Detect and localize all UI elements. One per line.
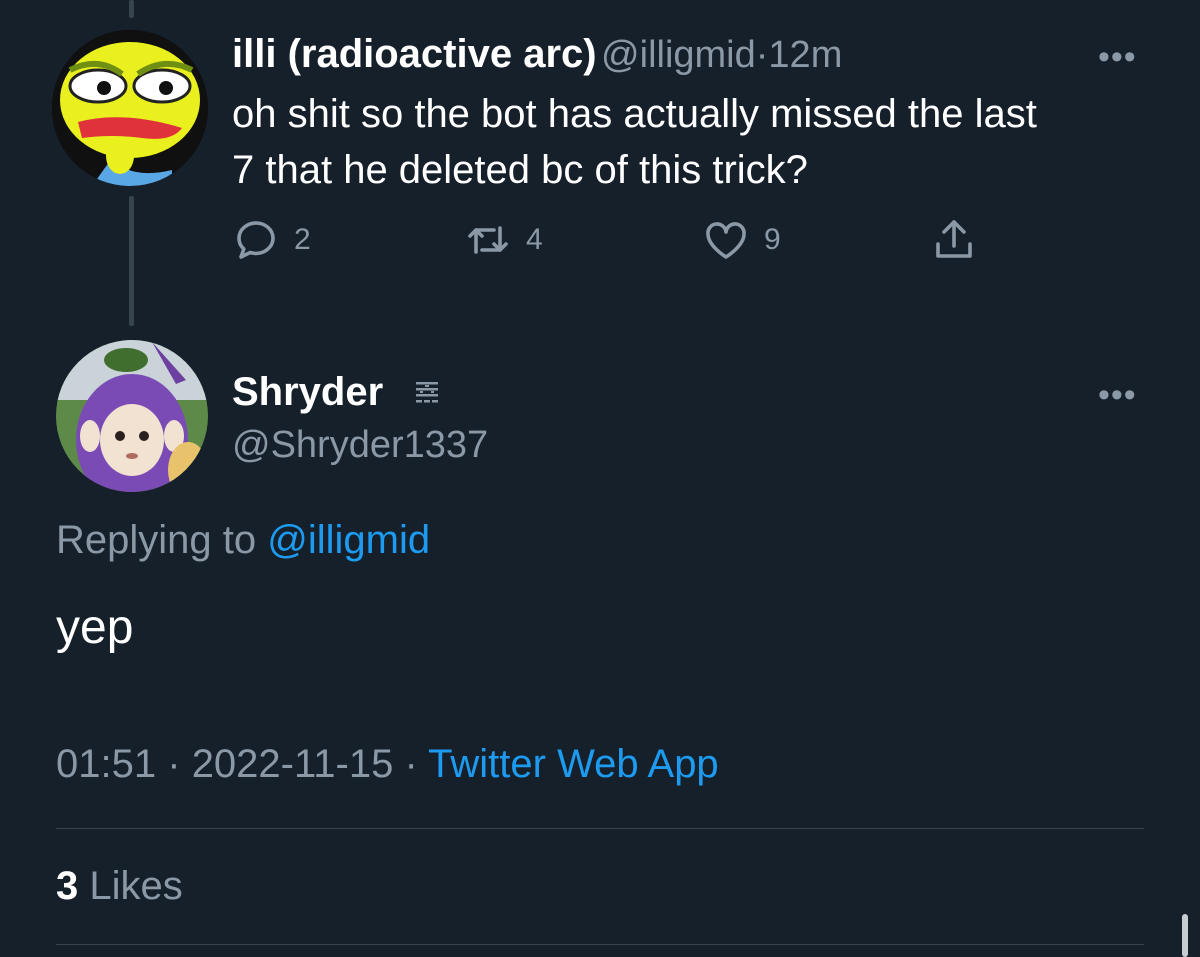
heart-icon [706, 222, 746, 259]
likes-summary[interactable]: 3 Likes [56, 864, 183, 909]
tweet-text-line: 7 that he deleted bc of this trick? [232, 148, 808, 192]
thread-line [129, 196, 134, 326]
more-options-icon[interactable]: ••• [1098, 40, 1137, 74]
display-name[interactable]: Shryder [232, 370, 383, 415]
parent-tweet-text: oh shit so the bot has actually missed t… [232, 86, 1037, 198]
user-handle[interactable]: @Shryder1337 [232, 424, 488, 467]
replying-to-handle-link[interactable]: @illigmid [267, 518, 430, 562]
tweet-date[interactable]: 2022-11-15 [192, 742, 394, 786]
tweet-text-line: oh shit so the bot has actually missed t… [232, 92, 1037, 136]
timestamp[interactable]: 12m [768, 34, 842, 76]
retweet-icon [468, 226, 508, 254]
tweet-time[interactable]: 01:51 [56, 742, 156, 786]
source-app-link[interactable]: Twitter Web App [428, 742, 719, 786]
display-name[interactable]: illi (radioactive arc) [232, 32, 597, 76]
parent-tweet-header: illi (radioactive arc) @illigmid·12m [232, 32, 842, 77]
share-button[interactable] [930, 216, 978, 264]
like-button[interactable]: 9 [702, 216, 781, 264]
display-name-text: Shryder [232, 370, 384, 414]
retweet-count: 4 [526, 223, 543, 256]
replying-to-label: Replying to [56, 518, 257, 562]
replying-to: Replying to @illigmid [56, 518, 430, 563]
avatar[interactable] [56, 340, 208, 492]
retweet-button[interactable]: 4 [464, 216, 543, 264]
avatar[interactable] [52, 30, 208, 186]
separator-dot: · [755, 34, 769, 76]
divider [56, 944, 1144, 945]
teletubby-avatar-image [56, 340, 208, 492]
reply-button[interactable]: 2 [232, 216, 311, 264]
thread-line-top [129, 0, 134, 18]
scrollbar[interactable] [1182, 914, 1188, 957]
share-icon [936, 220, 972, 258]
tweet-text: yep [56, 601, 134, 654]
pepe-avatar-image [52, 30, 208, 186]
reply-icon [237, 221, 275, 259]
like-count: 9 [764, 223, 781, 256]
separator-dot: · [404, 742, 418, 786]
tweet-metadata: 01:51 · 2022-11-15 · Twitter Web App [56, 742, 719, 787]
bot-badge-icon [412, 378, 442, 413]
likes-label: Likes [89, 864, 183, 908]
more-options-icon[interactable]: ••• [1098, 378, 1137, 412]
likes-count: 3 [56, 864, 79, 908]
separator-dot: · [167, 742, 181, 786]
user-handle[interactable]: @illigmid [601, 34, 756, 76]
reply-count: 2 [294, 223, 311, 256]
divider [56, 828, 1144, 829]
